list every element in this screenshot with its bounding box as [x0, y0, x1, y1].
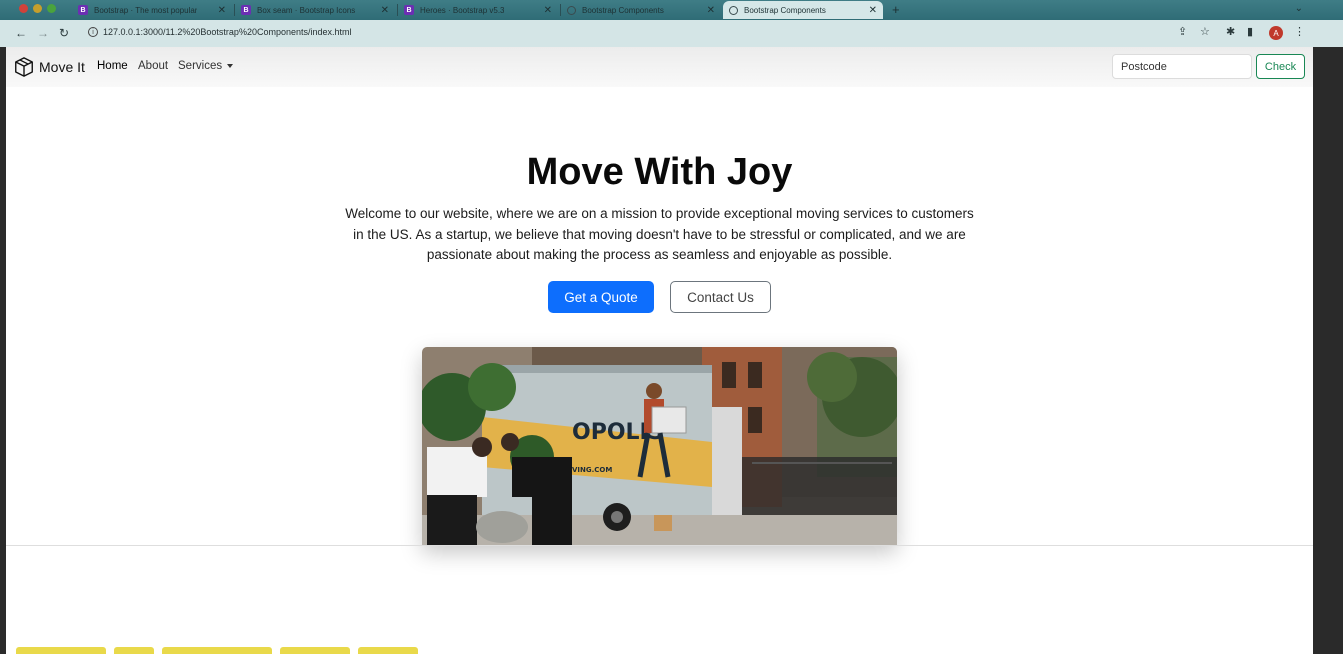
url-text: 127.0.0.1:3000/11.2%20Bootstrap%20Compon… — [103, 27, 352, 37]
check-button[interactable]: Check — [1256, 54, 1305, 79]
hero-title: Move With Joy — [526, 151, 793, 193]
tab-title: Bootstrap Components — [744, 5, 826, 15]
tab-title: Heroes · Bootstrap v5.3 — [420, 5, 505, 15]
nav-about[interactable]: About — [138, 60, 168, 72]
close-tab-icon[interactable]: ✕ — [869, 5, 877, 16]
tab-title: Bootstrap · The most popular — [94, 5, 198, 15]
nav-services-dropdown[interactable]: Services — [178, 60, 234, 72]
browser-tab-5[interactable]: Bootstrap Components ✕ — [723, 1, 883, 19]
bootstrap-icon: B — [241, 5, 251, 15]
browser-tab-4[interactable]: Bootstrap Components ✕ — [561, 1, 721, 19]
hero-image: OPOLIS VING.COM — [422, 347, 897, 545]
share-icon[interactable]: ⇪ — [1178, 25, 1187, 38]
hero-lead-text: Welcome to our website, where we are on … — [345, 206, 974, 262]
browser-tab-1[interactable]: B Bootstrap · The most popular ✕ — [72, 1, 232, 19]
chevron-down-icon[interactable]: ⌄ — [1295, 3, 1303, 14]
maximize-window-button[interactable] — [47, 4, 56, 13]
close-tab-icon[interactable]: ✕ — [381, 5, 389, 16]
nav-services-label: Services — [178, 60, 223, 72]
reload-icon[interactable]: ↻ — [59, 26, 69, 40]
close-tab-icon[interactable]: ✕ — [218, 5, 226, 16]
caret-down-icon — [227, 63, 234, 68]
truck-site-text: VING.COM — [572, 466, 612, 474]
bootstrap-icon: B — [78, 5, 88, 15]
back-arrow-icon[interactable]: ← — [15, 26, 27, 40]
brand-link[interactable]: Move It — [13, 56, 85, 78]
forward-arrow-icon[interactable]: → — [37, 26, 49, 40]
contact-us-button[interactable]: Contact Us — [670, 281, 771, 313]
browser-tab-3[interactable]: B Heroes · Bootstrap v5.3 ✕ — [398, 1, 558, 19]
close-window-button[interactable] — [19, 4, 28, 13]
partially-visible-heading — [16, 643, 1306, 654]
browser-tab-bar: B Bootstrap · The most popular ✕ B Box s… — [0, 0, 1343, 20]
minimize-window-button[interactable] — [33, 4, 42, 13]
info-icon[interactable]: i — [88, 27, 98, 37]
close-tab-icon[interactable]: ✕ — [707, 5, 715, 16]
globe-icon — [567, 5, 576, 15]
url-field[interactable]: i 127.0.0.1:3000/11.2%20Bootstrap%20Comp… — [80, 23, 1220, 43]
postcode-input[interactable] — [1112, 54, 1252, 79]
tab-title: Box seam · Bootstrap Icons — [257, 5, 356, 15]
tab-title: Bootstrap Components — [582, 5, 664, 15]
menu-dots-icon[interactable]: ⋮ — [1294, 25, 1305, 38]
sidebar-icon[interactable]: ▮ — [1247, 25, 1253, 38]
browser-tab-2[interactable]: B Box seam · Bootstrap Icons ✕ — [235, 1, 395, 19]
star-icon[interactable]: ☆ — [1200, 25, 1210, 38]
nav-home[interactable]: Home — [97, 60, 128, 72]
site-navbar: Move It Home About Services Check — [6, 47, 1313, 87]
new-tab-icon[interactable]: + — [892, 2, 900, 17]
moving-truck-photo: OPOLIS VING.COM — [422, 347, 897, 545]
page-viewport: Move It Home About Services Check Move W… — [6, 47, 1313, 654]
section-divider — [6, 545, 1313, 546]
browser-address-bar: ← → ↻ i 127.0.0.1:3000/11.2%20Bootstrap%… — [0, 20, 1343, 47]
get-a-quote-button[interactable]: Get a Quote — [548, 281, 654, 313]
brand-name: Move It — [39, 59, 85, 75]
close-tab-icon[interactable]: ✕ — [544, 5, 552, 16]
extensions-icon[interactable]: ✱ — [1226, 25, 1235, 38]
window-edge — [1313, 47, 1343, 654]
profile-avatar[interactable]: A — [1269, 26, 1283, 40]
bootstrap-icon: B — [404, 5, 414, 15]
box-seam-icon — [15, 57, 33, 77]
globe-icon — [729, 5, 738, 15]
